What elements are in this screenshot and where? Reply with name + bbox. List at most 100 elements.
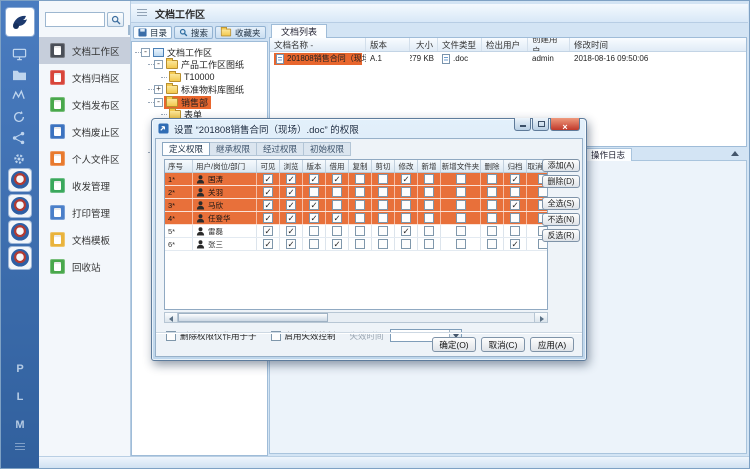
sidebar-item-7[interactable]: 打印管理: [39, 199, 130, 226]
permission-checkbox[interactable]: ✓: [401, 174, 411, 184]
gear-icon[interactable]: [12, 152, 28, 168]
search-input[interactable]: [45, 12, 105, 27]
permission-checkbox[interactable]: ✓: [309, 213, 319, 223]
permission-checkbox[interactable]: [332, 187, 342, 197]
maximize-icon[interactable]: [532, 118, 549, 131]
column-header-2[interactable]: 版本: [366, 38, 410, 51]
permission-checkbox[interactable]: [510, 187, 520, 197]
permission-checkbox[interactable]: [401, 200, 411, 210]
permission-checkbox[interactable]: [487, 187, 497, 197]
add-button[interactable]: 添加(A): [542, 159, 580, 172]
permission-checkbox[interactable]: ✓: [401, 226, 411, 236]
permission-checkbox[interactable]: ✓: [332, 213, 342, 223]
delete-button[interactable]: 删除(D): [542, 175, 580, 188]
permission-checkbox[interactable]: ✓: [510, 200, 520, 210]
permission-checkbox[interactable]: [456, 200, 466, 210]
sidebar-item-5[interactable]: 个人文件区: [39, 145, 130, 172]
permission-checkbox[interactable]: [401, 239, 411, 249]
permission-checkbox[interactable]: [355, 187, 365, 197]
dialog-tab-2[interactable]: 继承权限: [210, 142, 257, 156]
permission-checkbox[interactable]: ✓: [286, 213, 296, 223]
permission-checkbox[interactable]: [401, 213, 411, 223]
tree-node-3[interactable]: T10000: [132, 71, 267, 84]
tree-node-2[interactable]: -产品工作区图纸: [132, 59, 267, 72]
sidebar-item-1[interactable]: 文档工作区: [39, 37, 130, 64]
document-row[interactable]: 201808销售合同（现场）.docA.1279 KB.docadmin2018…: [270, 52, 746, 65]
tab-favorites[interactable]: 收藏夹: [215, 26, 266, 39]
splitter-handle[interactable]: [128, 25, 130, 35]
permission-checkbox[interactable]: ✓: [286, 239, 296, 249]
invert-selection-button[interactable]: 反选(R): [542, 229, 580, 242]
permission-checkbox[interactable]: [309, 187, 319, 197]
tab-operation-log[interactable]: 操作日志: [584, 148, 632, 161]
permission-checkbox[interactable]: ✓: [332, 174, 342, 184]
sidebar-item-8[interactable]: 文档模板: [39, 226, 130, 253]
app-logo[interactable]: [6, 8, 34, 36]
permission-row-4[interactable]: 4*任登华✓✓✓✓: [165, 212, 547, 225]
permission-checkbox[interactable]: ✓: [263, 200, 273, 210]
permission-checkbox[interactable]: ✓: [286, 226, 296, 236]
permission-checkbox[interactable]: [424, 200, 434, 210]
column-header-1[interactable]: 文档名称 -: [270, 38, 366, 51]
column-header-6[interactable]: 创建用户: [528, 38, 570, 51]
permission-row-2[interactable]: 2*关羽✓✓: [165, 186, 547, 199]
permission-checkbox[interactable]: [355, 226, 365, 236]
permission-checkbox[interactable]: [487, 200, 497, 210]
permission-checkbox[interactable]: [487, 213, 497, 223]
permission-checkbox[interactable]: [401, 187, 411, 197]
permission-checkbox[interactable]: ✓: [332, 239, 342, 249]
permission-checkbox[interactable]: [424, 226, 434, 236]
scroll-right-icon[interactable]: [534, 313, 547, 322]
permission-checkbox[interactable]: [378, 187, 388, 197]
tab-search[interactable]: 搜索: [174, 26, 213, 39]
permission-checkbox[interactable]: ✓: [309, 174, 319, 184]
permission-row-5[interactable]: 5*雷磊✓✓✓: [165, 225, 547, 238]
permission-checkbox[interactable]: [424, 239, 434, 249]
permission-checkbox[interactable]: ✓: [510, 174, 520, 184]
permission-checkbox[interactable]: ✓: [286, 187, 296, 197]
cancel-button[interactable]: 取消(C): [481, 337, 525, 352]
permission-checkbox[interactable]: [332, 226, 342, 236]
permission-checkbox[interactable]: [510, 213, 520, 223]
column-header-3[interactable]: 大小: [410, 38, 438, 51]
tree-node-1[interactable]: -文档工作区: [132, 46, 267, 59]
dialog-titlebar[interactable]: 设置 “201808销售合同（现场）.doc” 的权限 ×: [152, 119, 586, 138]
sidebar-item-3[interactable]: 文档发布区: [39, 91, 130, 118]
permission-checkbox[interactable]: [355, 213, 365, 223]
permission-checkbox[interactable]: [487, 239, 497, 249]
tree-expand-toggle[interactable]: +: [154, 85, 163, 94]
permission-checkbox[interactable]: [456, 213, 466, 223]
sidebar-item-2[interactable]: 文档归档区: [39, 64, 130, 91]
permission-checkbox[interactable]: ✓: [263, 174, 273, 184]
permission-checkbox[interactable]: [309, 239, 319, 249]
display-icon[interactable]: [12, 47, 28, 63]
permission-checkbox[interactable]: [378, 226, 388, 236]
permission-checkbox[interactable]: [332, 200, 342, 210]
permission-checkbox[interactable]: ✓: [510, 239, 520, 249]
permission-checkbox[interactable]: [378, 174, 388, 184]
sidebar-item-9[interactable]: 回收站: [39, 253, 130, 280]
permission-checkbox[interactable]: ✓: [309, 200, 319, 210]
permission-checkbox[interactable]: [456, 226, 466, 236]
select-all-button[interactable]: 全选(S): [542, 197, 580, 210]
permission-row-3[interactable]: 3*马欣✓✓✓✓: [165, 199, 547, 212]
permission-checkbox[interactable]: [378, 213, 388, 223]
tab-document-list[interactable]: 文档列表: [271, 24, 327, 38]
permission-checkbox[interactable]: [424, 174, 434, 184]
dialog-tab-4[interactable]: 初始权限: [304, 142, 351, 156]
permission-checkbox[interactable]: [487, 174, 497, 184]
dialog-tab-3[interactable]: 经过权限: [257, 142, 304, 156]
tree-expand-toggle[interactable]: -: [141, 48, 150, 57]
permission-checkbox[interactable]: ✓: [286, 174, 296, 184]
permission-checkbox[interactable]: [510, 226, 520, 236]
permission-checkbox[interactable]: [355, 174, 365, 184]
document-name-cell[interactable]: 201808销售合同（现场）.doc: [270, 53, 366, 65]
permission-checkbox[interactable]: ✓: [263, 239, 273, 249]
minimize-icon[interactable]: [514, 118, 531, 131]
permission-checkbox[interactable]: [378, 239, 388, 249]
panel-collapse-icon[interactable]: [731, 151, 739, 156]
search-button[interactable]: [107, 12, 124, 27]
permission-checkbox[interactable]: [309, 226, 319, 236]
sidebar-item-4[interactable]: 文档废止区: [39, 118, 130, 145]
permission-row-6[interactable]: 6*张三✓✓✓✓: [165, 238, 547, 251]
